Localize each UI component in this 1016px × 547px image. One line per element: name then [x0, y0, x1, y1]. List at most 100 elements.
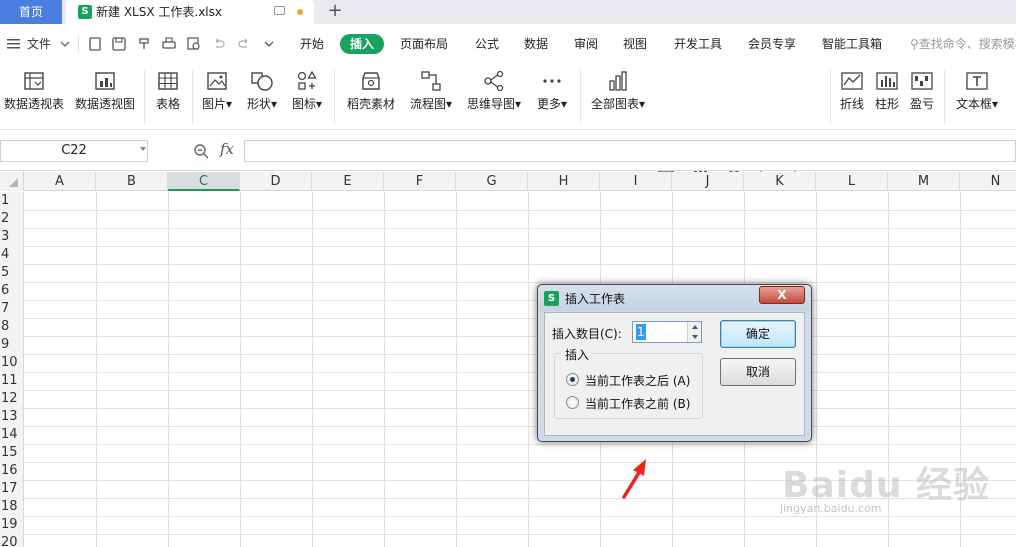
close-button[interactable]: X [759, 286, 805, 304]
cancel-button[interactable]: 取消 [720, 358, 796, 386]
tab-formulas[interactable]: 公式 [475, 24, 499, 64]
spin-up-button[interactable] [687, 322, 701, 332]
hamburger-menu-icon[interactable] [7, 37, 21, 51]
save-icon[interactable] [112, 37, 126, 51]
column-header[interactable]: I [600, 172, 672, 191]
grid-row-line [24, 336, 1016, 337]
ok-button[interactable]: 确定 [720, 320, 796, 348]
mindmap-button[interactable]: 思维导图▾ [463, 64, 525, 128]
image-button[interactable]: 图片▾ [197, 64, 237, 128]
textbox-button[interactable]: 文本框▾ [950, 64, 1004, 128]
name-box-dropdown-icon[interactable] [140, 147, 146, 151]
undo-icon[interactable] [212, 37, 226, 51]
tab-view[interactable]: 视图 [623, 24, 647, 64]
more-button[interactable]: 更多▾ [530, 64, 574, 128]
sparkline-line-button[interactable]: 折线 [835, 64, 869, 128]
row-header[interactable]: 14 [0, 426, 24, 444]
row-header[interactable]: 11 [0, 372, 24, 390]
column-header[interactable]: C [168, 172, 240, 191]
column-header[interactable]: G [456, 172, 528, 191]
column-header[interactable]: J [672, 172, 744, 191]
row-header[interactable]: 13 [0, 408, 24, 426]
row-header[interactable]: 18 [0, 498, 24, 516]
docer-material-button[interactable]: 稻壳素材 [342, 64, 400, 128]
customize-toolbar-icon[interactable] [262, 37, 276, 51]
column-header[interactable]: D [240, 172, 312, 191]
column-header[interactable]: E [312, 172, 384, 191]
column-header[interactable]: L [816, 172, 888, 191]
radio-after-label[interactable]: 当前工作表之后 (A) [585, 372, 690, 389]
row-header[interactable]: 16 [0, 462, 24, 480]
row-header[interactable]: 1 [0, 192, 24, 210]
sparkline-winloss-icon [911, 72, 933, 90]
tab-page-layout[interactable]: 页面布局 [400, 24, 448, 64]
dialog-title-bar[interactable]: S 插入工作表 X [538, 285, 811, 311]
tab-member[interactable]: 会员专享 [748, 24, 796, 64]
row-header[interactable]: 8 [0, 318, 24, 336]
row-header[interactable]: 9 [0, 336, 24, 354]
row-header[interactable]: 3 [0, 228, 24, 246]
tab-bar: 首页 S 新建 XLSX 工作表.xlsx + [0, 0, 1016, 24]
tab-smart-toolbox[interactable]: 智能工具箱 [822, 24, 882, 64]
row-header[interactable]: 17 [0, 480, 24, 498]
plus-icon[interactable]: + [326, 0, 344, 24]
select-all-corner[interactable] [0, 172, 24, 191]
print-icon[interactable] [162, 37, 176, 51]
spreadsheet-grid[interactable]: ABCDEFGHIJKLMN 1 2 3 4 5 6 7 8 9 10 11 12 13 14 15 16 17… [0, 172, 1016, 547]
pivot-chart-button[interactable]: 数据透视图 [72, 64, 138, 128]
flowchart-button[interactable]: 流程图▾ [405, 64, 457, 128]
new-file-icon[interactable] [88, 37, 102, 51]
radio-before-current[interactable] [566, 396, 579, 409]
row-header[interactable]: 19 [0, 516, 24, 534]
function-icon[interactable]: fx [220, 140, 234, 158]
radio-after-current[interactable] [566, 373, 579, 386]
column-header[interactable]: N [960, 172, 1016, 191]
row-header[interactable]: 4 [0, 246, 24, 264]
redo-icon[interactable] [237, 37, 251, 51]
tab-developer[interactable]: 开发工具 [674, 24, 722, 64]
row-header[interactable]: 15 [0, 444, 24, 462]
chevron-down-icon[interactable] [58, 37, 72, 51]
file-menu[interactable]: 文件 [27, 24, 51, 64]
sparkline-winloss-button[interactable]: 盈亏 [905, 64, 939, 128]
row-header[interactable]: 6 [0, 282, 24, 300]
zoom-icon[interactable] [193, 143, 209, 159]
table-button[interactable]: 表格 [149, 64, 187, 128]
tab-insert[interactable]: 插入 [340, 34, 384, 54]
row-header[interactable]: 7 [0, 300, 24, 318]
search-commands[interactable]: ⚲查找命令、搜索模板 [910, 24, 1016, 64]
flowchart-label: 流程图▾ [409, 97, 453, 111]
row-header[interactable]: 5 [0, 264, 24, 282]
tab-review[interactable]: 审阅 [574, 24, 598, 64]
grid-row-line [24, 480, 1016, 481]
column-header[interactable]: M [888, 172, 960, 191]
sparkline-column-button[interactable]: 柱形 [870, 64, 904, 128]
tab-home-start[interactable]: 开始 [300, 24, 324, 64]
formula-input[interactable] [244, 140, 1016, 162]
radio-before-label[interactable]: 当前工作表之前 (B) [585, 395, 690, 412]
spin-down-button[interactable] [687, 332, 701, 342]
row-header[interactable]: 12 [0, 390, 24, 408]
column-header[interactable]: K [744, 172, 816, 191]
icons-button[interactable]: 图标▾ [287, 64, 327, 128]
row-header[interactable]: 2 [0, 210, 24, 228]
column-header[interactable]: F [384, 172, 456, 191]
grid-row-line [24, 354, 1016, 355]
row-header[interactable]: 20 [0, 534, 24, 547]
row-header[interactable]: 10 [0, 354, 24, 372]
column-header[interactable]: H [528, 172, 600, 191]
home-tab[interactable]: 首页 [0, 0, 62, 24]
monitor-icon[interactable] [274, 6, 285, 15]
shapes-button[interactable]: 形状▾ [242, 64, 282, 128]
name-box[interactable]: C22 [0, 140, 148, 162]
column-header[interactable]: B [96, 172, 168, 191]
all-charts-button[interactable]: 全部图表▾ [587, 64, 649, 128]
print-preview-icon[interactable] [187, 37, 201, 51]
tab-data[interactable]: 数据 [524, 24, 548, 64]
pivot-table-button[interactable]: 数据透视表 [0, 64, 68, 128]
column-header[interactable]: A [24, 172, 96, 191]
format-painter-icon[interactable] [137, 37, 151, 51]
insert-count-stepper[interactable]: 1 [632, 321, 702, 343]
document-tab[interactable]: S 新建 XLSX 工作表.xlsx [66, 0, 314, 24]
insert-count-value[interactable]: 1 [636, 324, 646, 340]
